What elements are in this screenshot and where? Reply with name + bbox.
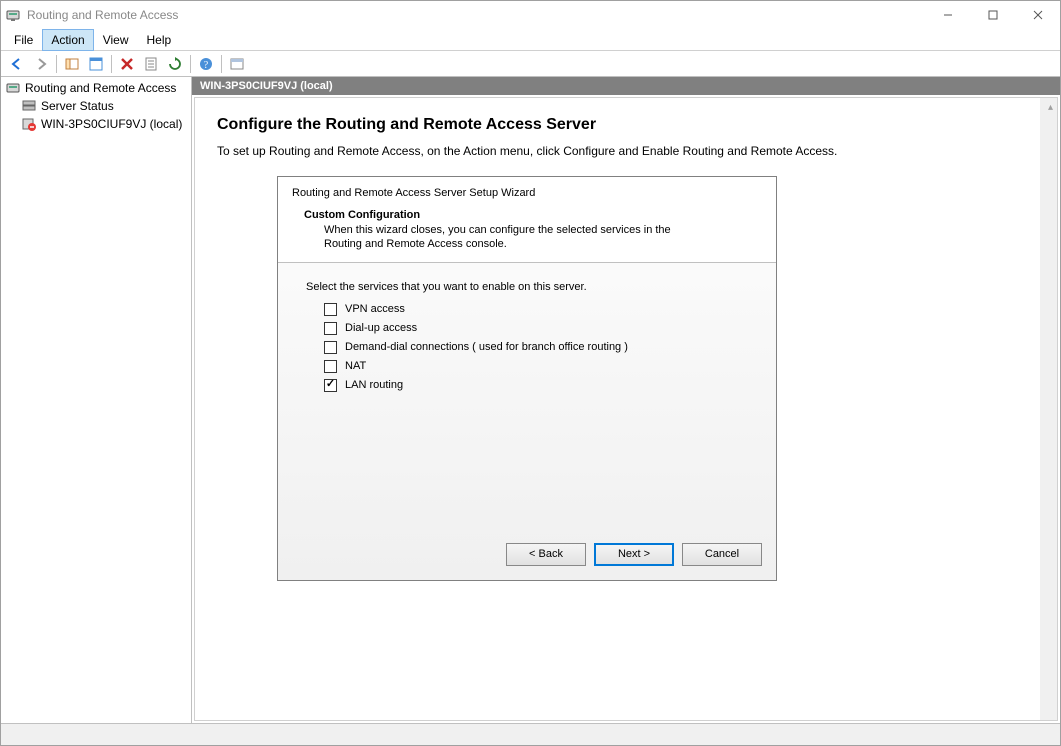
window-title: Routing and Remote Access: [27, 8, 925, 22]
toolbar-delete-button[interactable]: [116, 53, 138, 75]
checkbox-lan-routing[interactable]: [324, 379, 337, 392]
maximize-button[interactable]: [970, 1, 1015, 29]
tree-server-node-label: WIN-3PS0CIUF9VJ (local): [41, 117, 182, 131]
app-icon: [5, 7, 21, 23]
tree-server-status-label: Server Status: [41, 99, 114, 113]
option-lan-routing-row: LAN routing: [324, 379, 748, 392]
option-dialup-row: Dial-up access: [324, 322, 748, 335]
toolbar-separator: [221, 55, 222, 73]
toolbar-extra-button[interactable]: [226, 53, 248, 75]
server-stopped-icon: [21, 116, 37, 132]
menu-view[interactable]: View: [94, 29, 138, 51]
checkbox-demand-dial[interactable]: [324, 341, 337, 354]
menu-action[interactable]: Action: [42, 29, 93, 51]
content-scrollbar[interactable]: ▴: [1040, 98, 1057, 720]
wizard-body: Select the services that you want to ena…: [278, 263, 776, 533]
option-vpn-label: VPN access: [345, 303, 405, 315]
menu-bar: File Action View Help: [1, 29, 1060, 51]
minimize-button[interactable]: [925, 1, 970, 29]
content-body: ▴ Configure the Routing and Remote Acces…: [194, 97, 1058, 721]
window-controls: [925, 1, 1060, 29]
checkbox-nat[interactable]: [324, 360, 337, 373]
menu-file[interactable]: File: [5, 29, 42, 51]
tree-root[interactable]: Routing and Remote Access: [3, 79, 189, 97]
rras-root-icon: [5, 80, 21, 96]
content-paragraph: To set up Routing and Remote Access, on …: [217, 144, 837, 158]
wizard-next-button[interactable]: Next >: [594, 543, 674, 566]
option-demand-dial-row: Demand-dial connections ( used for branc…: [324, 341, 748, 354]
tree-root-label: Routing and Remote Access: [25, 81, 176, 95]
toolbar-separator: [111, 55, 112, 73]
toolbar-separator: [190, 55, 191, 73]
content-header: WIN-3PS0CIUF9VJ (local): [192, 77, 1060, 95]
option-demand-dial-label: Demand-dial connections ( used for branc…: [345, 341, 628, 353]
wizard-header: Routing and Remote Access Server Setup W…: [278, 177, 776, 263]
option-nat-row: NAT: [324, 360, 748, 373]
scroll-up-icon: ▴: [1048, 102, 1053, 113]
title-bar: Routing and Remote Access: [1, 1, 1060, 29]
tree-server-status[interactable]: Server Status: [3, 97, 189, 115]
content-pane: WIN-3PS0CIUF9VJ (local) ▴ Configure the …: [192, 77, 1060, 723]
wizard-back-button[interactable]: < Back: [506, 543, 586, 566]
content-text: Configure the Routing and Remote Access …: [217, 116, 837, 702]
toolbar-properties-button[interactable]: [85, 53, 107, 75]
toolbar-help-button[interactable]: ?: [195, 53, 217, 75]
wizard-title: Routing and Remote Access Server Setup W…: [292, 187, 762, 199]
toolbar-forward-button[interactable]: [30, 53, 52, 75]
option-vpn-row: VPN access: [324, 303, 748, 316]
option-nat-label: NAT: [345, 360, 366, 372]
toolbar-separator: [56, 55, 57, 73]
wizard-subtitle: Custom Configuration: [304, 209, 762, 221]
status-bar: [1, 723, 1060, 745]
app-window: Routing and Remote Access File Action Vi…: [0, 0, 1061, 746]
menu-help[interactable]: Help: [138, 29, 181, 51]
checkbox-vpn[interactable]: [324, 303, 337, 316]
wizard-dialog: Routing and Remote Access Server Setup W…: [277, 176, 777, 581]
content-heading: Configure the Routing and Remote Access …: [217, 116, 837, 134]
toolbar-back-button[interactable]: [6, 53, 28, 75]
checkbox-dialup[interactable]: [324, 322, 337, 335]
tree-server-node[interactable]: WIN-3PS0CIUF9VJ (local): [3, 115, 189, 133]
svg-text:?: ?: [204, 60, 209, 71]
wizard-buttons: < Back Next > Cancel: [278, 533, 776, 580]
close-button[interactable]: [1015, 1, 1060, 29]
toolbar-props-sheet-button[interactable]: [140, 53, 162, 75]
tree-pane: Routing and Remote Access Server Status …: [1, 77, 192, 723]
option-dialup-label: Dial-up access: [345, 322, 417, 334]
toolbar-show-hide-button[interactable]: [61, 53, 83, 75]
option-lan-routing-label: LAN routing: [345, 379, 403, 391]
body-row: Routing and Remote Access Server Status …: [1, 77, 1060, 723]
wizard-description: When this wizard closes, you can configu…: [324, 223, 704, 252]
server-status-icon: [21, 98, 37, 114]
wizard-prompt: Select the services that you want to ena…: [306, 281, 748, 293]
toolbar: ?: [1, 51, 1060, 77]
toolbar-refresh-button[interactable]: [164, 53, 186, 75]
wizard-cancel-button[interactable]: Cancel: [682, 543, 762, 566]
